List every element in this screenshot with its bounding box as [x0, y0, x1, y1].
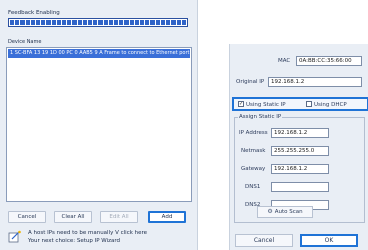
- add-button[interactable]: Add: [148, 211, 186, 223]
- mac-field: 0A:BB:CC:35:66:00: [296, 56, 362, 66]
- scan-progress-segment: [171, 20, 176, 25]
- device-row-selected[interactable]: 1 SC-BFA 13 19 1D 00 PC 0 AAB5 9 A Frame…: [8, 49, 190, 58]
- scan-progress-segment: [181, 20, 186, 25]
- static-ip-option[interactable]: ✓ Using Static IP: [238, 100, 286, 109]
- scan-progress-bar: [8, 18, 188, 27]
- auto-scan-button[interactable]: ⚙ Auto Scan: [257, 206, 313, 218]
- scan-progress-segment: [41, 20, 46, 25]
- scan-progress-segment: [51, 20, 56, 25]
- ip-address-label: IP Address: [239, 130, 268, 136]
- static-ip-label: Using Static IP: [246, 102, 286, 108]
- device-list-header: Device Name: [8, 39, 42, 45]
- scan-progress-segment: [72, 20, 77, 25]
- scan-progress-segment: [15, 20, 20, 25]
- scan-progress-group: Feedback Enabling: [6, 10, 192, 30]
- cancel-button[interactable]: Cancel: [8, 211, 46, 223]
- scan-progress-segment: [119, 20, 124, 25]
- ip-address-row: IP Address 192.168.1.2: [237, 128, 365, 139]
- assign-static-ip-title: Assign Static IP: [238, 114, 283, 121]
- netmask-field[interactable]: 255.255.255.0: [271, 146, 329, 156]
- wizard-hint[interactable]: A host IPs need to be manually V click h…: [6, 228, 192, 248]
- scan-progress-segment: [20, 20, 25, 25]
- ip-mode-selector: ✓ Using Static IP Using DHCP: [232, 97, 368, 111]
- scan-icon: ⚙: [267, 208, 273, 215]
- netmask-row: Netmask 255.255.255.0: [237, 146, 365, 157]
- scan-progress-segment: [30, 20, 36, 25]
- auto-scan-label: Auto Scan: [274, 209, 303, 215]
- gateway-row: Gateway 192.168.1.2: [237, 164, 365, 175]
- dns1-label: DNS1: [245, 184, 261, 190]
- scan-progress-segment: [108, 20, 114, 25]
- scan-label: Feedback Enabling: [8, 10, 60, 16]
- wizard-icon: [8, 230, 21, 243]
- scan-progress-segment: [93, 20, 98, 25]
- gateway-field[interactable]: 192.168.1.2: [271, 164, 329, 174]
- device-button-row: Cancel Clear All Edit All Add: [6, 211, 192, 225]
- scan-progress-segment: [140, 20, 145, 25]
- hint-line-2: Your next choice: Setup IP Wizard: [28, 238, 121, 244]
- scan-progress-segment: [25, 20, 30, 25]
- hint-line-1: A host IPs need to be manually V click h…: [28, 230, 148, 236]
- dialog-cancel-button[interactable]: Cancel: [235, 234, 293, 247]
- scan-progress-segment: [103, 20, 108, 25]
- dhcp-label: Using DHCP: [314, 102, 347, 108]
- dialog-ok-button[interactable]: OK: [300, 234, 358, 247]
- ip-config-dialog: MAC 0A:BB:CC:35:66:00 Original IP 192.16…: [229, 44, 368, 250]
- mac-label: MAC: [278, 58, 291, 64]
- ip-address-field[interactable]: 192.168.1.2: [271, 128, 329, 138]
- scan-progress-segment: [134, 20, 140, 25]
- scan-progress-segment: [166, 20, 171, 25]
- stage: Feedback Enabling Device Name 1 SC-BFA 1…: [0, 0, 368, 250]
- scan-progress-segment: [129, 20, 134, 25]
- scan-progress-segment: [176, 20, 181, 25]
- scan-progress-segment: [98, 20, 103, 25]
- scan-progress-segment: [46, 20, 51, 25]
- scan-progress-segment: [67, 20, 72, 25]
- scan-progress-segment: [36, 20, 41, 25]
- scan-progress-segment: [160, 20, 166, 25]
- dns1-field[interactable]: [271, 182, 329, 192]
- dhcp-checkbox[interactable]: [306, 100, 312, 107]
- dns1-row: DNS1: [237, 182, 365, 193]
- scan-progress-segment: [124, 20, 129, 25]
- dhcp-option[interactable]: Using DHCP: [306, 100, 347, 109]
- device-search-window: Feedback Enabling Device Name 1 SC-BFA 1…: [0, 0, 198, 250]
- scan-progress-segment: [82, 20, 88, 25]
- scan-progress-segment: [10, 20, 15, 25]
- scan-progress-segment: [77, 20, 82, 25]
- hint-text: A host IPs need to be manually V click h…: [28, 229, 190, 245]
- scan-progress-segment: [150, 20, 155, 25]
- gateway-label: Gateway: [241, 166, 266, 172]
- edit-all-button[interactable]: Edit All: [100, 211, 138, 223]
- device-list[interactable]: 1 SC-BFA 13 19 1D 00 PC 0 AAB5 9 A Frame…: [6, 47, 192, 202]
- scan-progress-segment: [56, 20, 62, 25]
- original-ip-row: Original IP 192.168.1.2: [236, 77, 364, 88]
- scan-progress-segment: [62, 20, 67, 25]
- original-ip-field: 192.168.1.2: [268, 77, 362, 87]
- scan-progress-segment: [155, 20, 160, 25]
- static-ip-checkbox[interactable]: ✓: [238, 100, 244, 107]
- scan-progress-segment: [145, 20, 150, 25]
- scan-progress-segment: [114, 20, 119, 25]
- scan-progress-segment: [88, 20, 93, 25]
- original-ip-label: Original IP: [236, 79, 265, 85]
- mac-row: MAC 0A:BB:CC:35:66:00: [236, 56, 364, 67]
- netmask-label: Netmask: [241, 148, 266, 154]
- clear-all-button[interactable]: Clear All: [54, 211, 92, 223]
